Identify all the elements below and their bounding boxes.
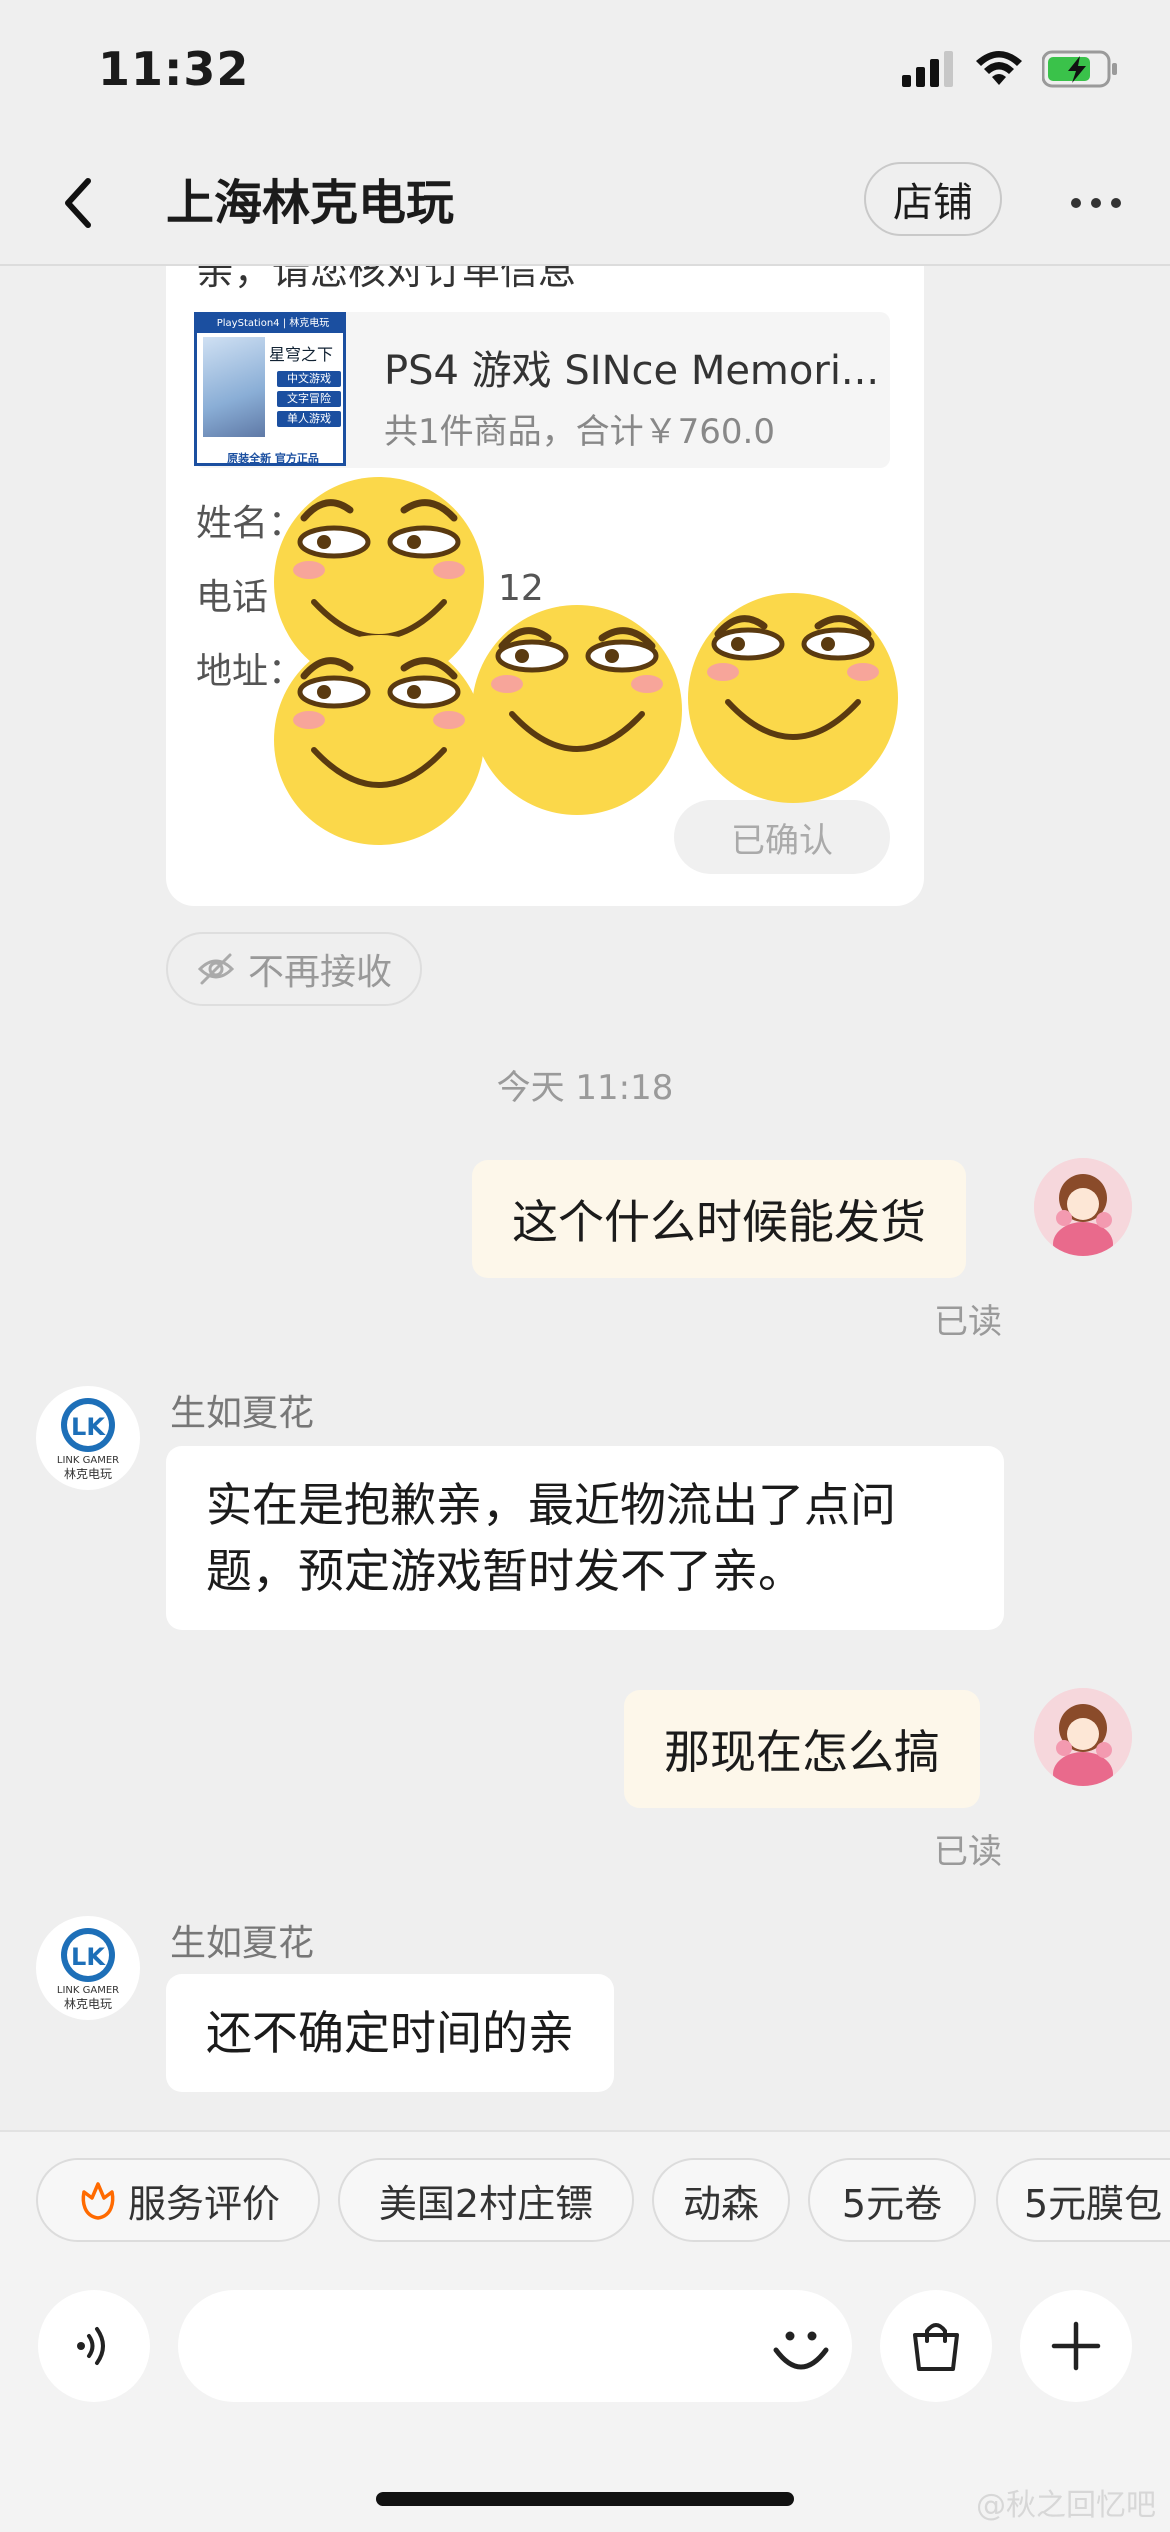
user-avatar[interactable] (1034, 1158, 1132, 1256)
logo-text: LK (71, 1943, 106, 1971)
sender-name: 生如夏花 (170, 1393, 315, 1434)
smirk-sticker (472, 605, 682, 815)
product-total: 共1件商品，合计￥760.0 (384, 412, 775, 452)
quick-reply-chip[interactable]: 5元卷 (808, 2158, 976, 2242)
avatar-image (1034, 1158, 1132, 1256)
product-name: PS4 游戏 SINce Memori... (384, 348, 880, 394)
lk-logo-icon: LK (61, 1928, 115, 1982)
page-title: 上海林克电玩 (166, 175, 455, 231)
thumb-header: PlayStation4 | 林克电玩 (197, 315, 343, 333)
shopping-bag-icon (913, 2323, 959, 2371)
thumb-tag: 文字冒险 (277, 391, 341, 407)
smirk-sticker (274, 635, 484, 845)
lk-logo-icon: LK (61, 1398, 115, 1452)
read-status: 已读 (934, 1832, 1002, 1872)
flower-icon (81, 2182, 115, 2220)
battery-icon (1042, 50, 1117, 88)
chip-label: 服务评价 (127, 2181, 280, 2226)
card-previous-line: 亲，请您核对订单信息 (196, 266, 577, 293)
voice-icon (77, 2327, 105, 2365)
user-avatar[interactable] (1034, 1688, 1132, 1786)
add-button[interactable] (1020, 2290, 1132, 2402)
logo-line2: 林克电玩 (63, 1997, 112, 2011)
emoji-icon (773, 2331, 829, 2370)
quick-reply-chip[interactable]: 美国2村庄镖 (338, 2158, 634, 2242)
wifi-icon (976, 51, 1022, 85)
quick-reply-bar: 服务评价 美国2村庄镖 动森 5元卷 5元膜包 (0, 2130, 1170, 2276)
status-time: 11:32 (98, 42, 250, 96)
product-button[interactable] (880, 2290, 992, 2402)
read-status: 已读 (934, 1302, 1002, 1342)
message-bubble-outgoing[interactable]: 这个什么时候能发货 (472, 1160, 966, 1278)
logo-line1: LINK GAMER (56, 1985, 120, 1996)
more-dots-icon (1071, 198, 1081, 208)
watermark: @秋之回忆吧 (976, 2488, 1156, 2523)
time-divider: 今天 11:18 (496, 1068, 674, 1108)
thumb-tag: 单人游戏 (277, 411, 341, 427)
phone-label: 电话 (196, 577, 269, 618)
logo-line2: 林克电玩 (63, 1467, 112, 1481)
thumb-title: 星穹之下 (269, 345, 334, 364)
no-receive-button[interactable]: 不再接收 (166, 932, 422, 1006)
logo-text: LK (71, 1413, 106, 1441)
avatar-image (1034, 1688, 1132, 1786)
message-bubble-incoming[interactable]: 实在是抱歉亲，最近物流出了点问题，预定游戏暂时发不了亲。 (166, 1446, 1004, 1630)
product-row[interactable]: PlayStation4 | 林克电玩 星穹之下 中文游戏 文字冒险 单人游戏 … (194, 312, 890, 468)
quick-reply-chip[interactable]: 5元膜包 (996, 2158, 1170, 2242)
logo-line1: LINK GAMER (56, 1455, 120, 1466)
shop-avatar[interactable]: LK LINK GAMER 林克电玩 (36, 1916, 140, 2020)
sender-name: 生如夏花 (170, 1923, 315, 1964)
quick-reply-service-rating[interactable]: 服务评价 (36, 2158, 320, 2242)
voice-button[interactable] (38, 2290, 150, 2402)
shop-button[interactable]: 店铺 (864, 162, 1002, 236)
more-dot (1091, 198, 1101, 208)
eye-off-icon (197, 953, 235, 985)
quick-reply-chip[interactable]: 动森 (652, 2158, 790, 2242)
plus-icon (1051, 2321, 1101, 2371)
nav-bar: 上海林克电玩 店铺 (0, 140, 1170, 266)
back-button[interactable] (48, 170, 108, 236)
status-icons (902, 50, 1118, 88)
more-button[interactable] (1060, 170, 1132, 236)
smirk-sticker (688, 593, 898, 803)
home-indicator[interactable] (376, 2492, 794, 2506)
message-input[interactable] (178, 2290, 852, 2402)
chevron-left-icon (65, 178, 91, 228)
signal-icon (902, 51, 953, 87)
confirmed-button: 已确认 (674, 800, 890, 874)
more-dot (1111, 198, 1121, 208)
no-receive-label: 不再接收 (247, 952, 392, 993)
shop-avatar[interactable]: LK LINK GAMER 林克电玩 (36, 1386, 140, 1490)
emoji-button[interactable] (768, 2314, 834, 2380)
message-bubble-outgoing[interactable]: 那现在怎么搞 (624, 1690, 980, 1808)
product-thumbnail: PlayStation4 | 林克电玩 星穹之下 中文游戏 文字冒险 单人游戏 … (194, 312, 346, 466)
thumb-tag: 中文游戏 (277, 371, 341, 387)
input-area: @秋之回忆吧 (0, 2276, 1170, 2532)
message-bubble-incoming[interactable]: 还不确定时间的亲 (166, 1974, 614, 2092)
thumb-art (203, 337, 265, 437)
